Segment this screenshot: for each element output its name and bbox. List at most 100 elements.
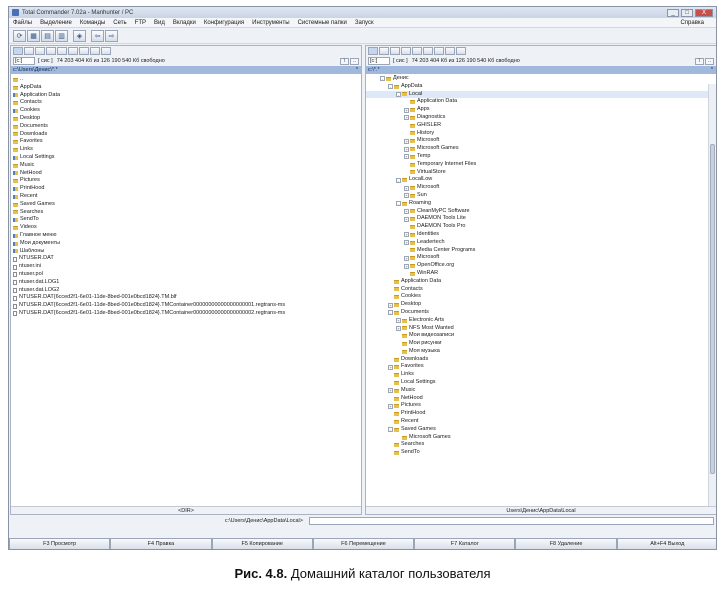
list-item[interactable]: Videos: [11, 224, 361, 232]
expand-icon[interactable]: +: [396, 318, 401, 324]
expand-icon[interactable]: +: [388, 388, 393, 394]
list-item[interactable]: ntuser.ini: [11, 263, 361, 271]
drive-k-button[interactable]: [456, 47, 466, 55]
tree-row[interactable]: Microsoft Games: [366, 434, 716, 442]
f3-view-button[interactable]: F3 Просмотр: [9, 538, 111, 549]
drive-j-button[interactable]: [90, 47, 100, 55]
expand-icon[interactable]: +: [404, 240, 409, 246]
tree-row[interactable]: + Identities: [366, 231, 716, 239]
tree-row[interactable]: + Sun: [366, 192, 716, 200]
list-item[interactable]: ..: [11, 76, 361, 84]
menu-commands[interactable]: Команды: [80, 20, 105, 26]
tree-row[interactable]: + DAEMON Tools Lite: [366, 215, 716, 223]
list-item[interactable]: Application Data: [11, 92, 361, 100]
expand-icon[interactable]: +: [404, 263, 409, 269]
menu-ftp[interactable]: FTP: [135, 20, 146, 26]
tree-row[interactable]: - Local: [366, 90, 716, 99]
brief-view-icon[interactable]: ▦: [27, 29, 40, 42]
tree-row[interactable]: VirtualStore: [366, 169, 716, 177]
expand-icon[interactable]: +: [404, 193, 409, 199]
drive-g-button[interactable]: [57, 47, 67, 55]
list-item[interactable]: NetHood: [11, 170, 361, 178]
parent-button[interactable]: ..: [705, 57, 714, 65]
minimize-button[interactable]: _: [667, 8, 679, 17]
menu-help[interactable]: Справка: [680, 20, 704, 26]
tree-row[interactable]: + OpenOffice.org: [366, 262, 716, 270]
tree-row[interactable]: Downloads: [366, 356, 716, 364]
menu-files[interactable]: Файлы: [13, 20, 32, 26]
drive-d-button[interactable]: [24, 47, 34, 55]
drive-e-button[interactable]: [390, 47, 400, 55]
expand-icon[interactable]: +: [388, 403, 393, 409]
tree-row[interactable]: Мои рисунки: [366, 340, 716, 348]
list-item[interactable]: ntuser.dat.LOG2: [11, 287, 361, 295]
back-arrow-icon[interactable]: ⇦: [91, 29, 104, 42]
menu-system-folders[interactable]: Системные папки: [298, 20, 347, 26]
f4-edit-button[interactable]: F4 Правка: [110, 538, 212, 549]
tree-row[interactable]: - LocalLow: [366, 176, 716, 184]
list-item[interactable]: NTUSER.DAT{6cced2f1-6e01-11de-8bed-001e0…: [11, 302, 361, 310]
tree-row[interactable]: NetHood: [366, 395, 716, 403]
tree-row[interactable]: + Microsoft: [366, 137, 716, 145]
drive-g-button[interactable]: [412, 47, 422, 55]
tree-row[interactable]: + Leadertech: [366, 239, 716, 247]
menu-tabs[interactable]: Вкладки: [173, 20, 196, 26]
parent-button[interactable]: ..: [350, 57, 359, 65]
tree-row[interactable]: Temporary Internet Files: [366, 161, 716, 169]
tree-row[interactable]: + CleanMyPC Software: [366, 208, 716, 216]
f7-mkdir-button[interactable]: F7 Каталог: [414, 538, 516, 549]
tree-row[interactable]: Contacts: [366, 286, 716, 294]
left-history-arrow[interactable]: *: [353, 66, 361, 74]
tree-row[interactable]: - Documents: [366, 309, 716, 317]
list-item[interactable]: Searches: [11, 209, 361, 217]
tree-row[interactable]: + Temp: [366, 153, 716, 161]
tree-row[interactable]: - Денис: [366, 75, 716, 83]
refresh-icon[interactable]: ⟳: [13, 29, 26, 42]
list-item[interactable]: Главное меню: [11, 232, 361, 240]
expand-icon[interactable]: +: [404, 138, 409, 144]
collapse-icon[interactable]: -: [388, 427, 393, 433]
list-item[interactable]: Favorites: [11, 138, 361, 146]
drive-f-button[interactable]: [46, 47, 56, 55]
list-item[interactable]: NTUSER.DAT{6cced2f1-6e01-11de-8bed-001e0…: [11, 294, 361, 302]
command-line-input[interactable]: [309, 517, 714, 525]
f6-move-button[interactable]: F6 Перемещение: [312, 538, 415, 549]
drive-e-button[interactable]: [35, 47, 45, 55]
collapse-icon[interactable]: -: [396, 201, 401, 207]
list-item[interactable]: Local Settings: [11, 154, 361, 162]
list-item[interactable]: SendTo: [11, 216, 361, 224]
right-scrollbar[interactable]: [708, 84, 716, 506]
list-item[interactable]: Links: [11, 146, 361, 154]
expand-icon[interactable]: +: [404, 115, 409, 121]
tree-row[interactable]: - Roaming: [366, 200, 716, 208]
tree-row[interactable]: - AppData: [366, 83, 716, 91]
full-view-icon[interactable]: ▤: [41, 29, 54, 42]
close-button[interactable]: X: [695, 8, 713, 17]
drive-d-button[interactable]: [379, 47, 389, 55]
left-drive-select[interactable]: [c:]: [13, 57, 35, 65]
scrollbar-thumb[interactable]: [710, 144, 715, 474]
tree-row[interactable]: + Microsoft: [366, 254, 716, 262]
list-item[interactable]: Шаблоны: [11, 248, 361, 256]
drive-f-button[interactable]: [401, 47, 411, 55]
expand-icon[interactable]: +: [404, 216, 409, 222]
right-history-arrow[interactable]: *: [708, 66, 716, 74]
expand-icon[interactable]: +: [404, 154, 409, 160]
list-item[interactable]: AppData: [11, 84, 361, 92]
tree-row[interactable]: Recent: [366, 418, 716, 426]
drive-h-button[interactable]: [423, 47, 433, 55]
tree-row[interactable]: + NFS Most Wanted: [366, 325, 716, 333]
root-button[interactable]: \: [695, 57, 704, 65]
expand-icon[interactable]: +: [404, 107, 409, 113]
right-path-bar[interactable]: c:\*.* *: [366, 66, 716, 74]
expand-icon[interactable]: +: [404, 208, 409, 214]
tree-row[interactable]: + Favorites: [366, 363, 716, 371]
maximize-button[interactable]: □: [681, 8, 693, 17]
tree-row[interactable]: Local Settings: [366, 379, 716, 387]
tree-row[interactable]: SendTo: [366, 449, 716, 457]
list-item[interactable]: PrintHood: [11, 185, 361, 193]
list-item[interactable]: Saved Games: [11, 201, 361, 209]
collapse-icon[interactable]: -: [396, 91, 401, 97]
expand-icon[interactable]: +: [396, 325, 401, 331]
expand-icon[interactable]: +: [404, 255, 409, 261]
